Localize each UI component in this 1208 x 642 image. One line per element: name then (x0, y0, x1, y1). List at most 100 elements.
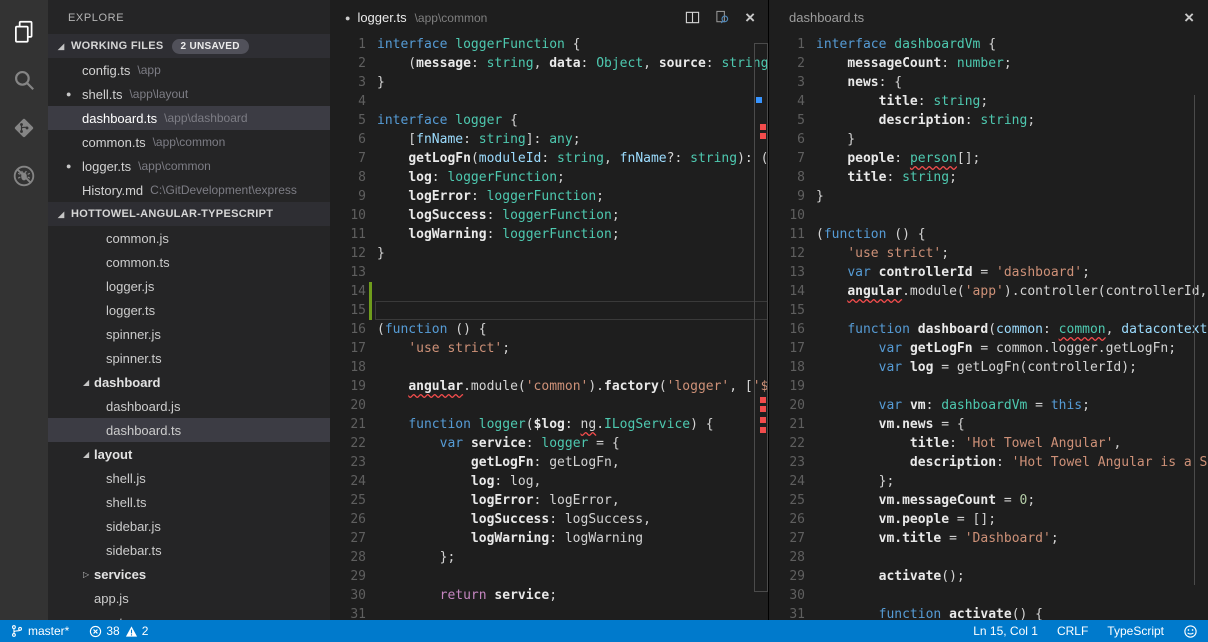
code-line[interactable]: 30 (769, 586, 1208, 605)
debug-disabled-icon[interactable] (0, 152, 48, 200)
code-line[interactable]: 31 (330, 605, 768, 620)
code-line[interactable]: 9 logError: loggerFunction; (330, 187, 768, 206)
code-line[interactable]: 2 messageCount: number; (769, 54, 1208, 73)
tree-item[interactable]: sidebar.ts (48, 538, 330, 562)
tree-item[interactable]: spinner.ts (48, 346, 330, 370)
cursor-position[interactable]: Ln 15, Col 1 (973, 624, 1038, 638)
tree-item[interactable]: spinner.js (48, 322, 330, 346)
language-mode[interactable]: TypeScript (1107, 624, 1164, 638)
code-line[interactable]: 24 log: log, (330, 472, 768, 491)
code-line[interactable]: 15 (330, 301, 768, 320)
code-line[interactable]: 14 angular.module('app').controller(cont… (769, 282, 1208, 301)
eol-indicator[interactable]: CRLF (1057, 624, 1088, 638)
code-line[interactable]: 1interface loggerFunction { (330, 35, 768, 54)
code-line[interactable]: 31 function activate() { (769, 605, 1208, 620)
tree-item[interactable]: common.js (48, 226, 330, 250)
code-line[interactable]: 22 title: 'Hot Towel Angular', (769, 434, 1208, 453)
code-line[interactable]: 2 (message: string, data: Object, source… (330, 54, 768, 73)
code-line[interactable]: 11 logWarning: loggerFunction; (330, 225, 768, 244)
code-line[interactable]: 20 var vm: dashboardVm = this; (769, 396, 1208, 415)
code-line[interactable]: 12} (330, 244, 768, 263)
editor-tab-logger[interactable]: ● logger.ts \app\common × (330, 0, 768, 35)
tree-folder[interactable]: ▷services (48, 562, 330, 586)
code-line[interactable]: 18 var log = getLogFn(controllerId); (769, 358, 1208, 377)
code-line[interactable]: 7 people: person[]; (769, 149, 1208, 168)
feedback-smiley-icon[interactable] (1183, 624, 1198, 639)
search-icon[interactable] (0, 56, 48, 104)
code-line[interactable]: 19 angular.module('common').factory('log… (330, 377, 768, 396)
tree-item[interactable]: common.ts (48, 250, 330, 274)
code-line[interactable]: 4 title: string; (769, 92, 1208, 111)
code-line[interactable]: 13 (330, 263, 768, 282)
git-branch-indicator[interactable]: master* (10, 624, 69, 638)
code-line[interactable]: 11(function () { (769, 225, 1208, 244)
code-line[interactable]: 25 logError: logError, (330, 491, 768, 510)
code-line[interactable]: 18 (330, 358, 768, 377)
code-line[interactable]: 20 (330, 396, 768, 415)
code-line[interactable]: 25 vm.messageCount = 0; (769, 491, 1208, 510)
code-line[interactable]: 29 (330, 567, 768, 586)
code-line[interactable]: 3} (330, 73, 768, 92)
code-line[interactable]: 5 description: string; (769, 111, 1208, 130)
tree-item[interactable]: shell.ts (48, 490, 330, 514)
error-count[interactable]: 38 (89, 624, 119, 638)
code-line[interactable]: 16(function () { (330, 320, 768, 339)
tree-item[interactable]: dashboard.js (48, 394, 330, 418)
scrollbar[interactable] (1194, 95, 1208, 585)
code-line[interactable]: 24 }; (769, 472, 1208, 491)
tree-folder[interactable]: ◢dashboard (48, 370, 330, 394)
code-line[interactable]: 30 return service; (330, 586, 768, 605)
tree-item[interactable]: dashboard.ts (48, 418, 330, 442)
code-line[interactable]: 17 var getLogFn = common.logger.getLogFn… (769, 339, 1208, 358)
code-line[interactable]: 28 (769, 548, 1208, 567)
folder-section-header[interactable]: ◢ HOTTOWEL-ANGULAR-TYPESCRIPT (48, 202, 330, 226)
close-icon[interactable]: × (1184, 9, 1194, 26)
close-icon[interactable]: × (745, 9, 755, 26)
split-editor-icon[interactable] (685, 10, 700, 25)
explorer-icon[interactable] (0, 8, 48, 56)
code-line[interactable]: 12 'use strict'; (769, 244, 1208, 263)
code-line[interactable]: 28 }; (330, 548, 768, 567)
code-line[interactable]: 3 news: { (769, 73, 1208, 92)
code-line[interactable]: 27 logWarning: logWarning (330, 529, 768, 548)
code-line[interactable]: 5interface logger { (330, 111, 768, 130)
code-line[interactable]: 26 logSuccess: logSuccess, (330, 510, 768, 529)
working-file-item[interactable]: common.ts\app\common (48, 130, 330, 154)
code-line[interactable]: 17 'use strict'; (330, 339, 768, 358)
working-files-header[interactable]: ◢ WORKING FILES 2 UNSAVED (48, 34, 330, 58)
code-line[interactable]: 27 vm.title = 'Dashboard'; (769, 529, 1208, 548)
tree-item[interactable]: sidebar.js (48, 514, 330, 538)
code-line[interactable]: 23 description: 'Hot Towel Angular is a … (769, 453, 1208, 472)
working-file-item[interactable]: ●shell.ts\app\layout (48, 82, 330, 106)
code-line[interactable]: 10 logSuccess: loggerFunction; (330, 206, 768, 225)
code-line[interactable]: 22 var service: logger = { (330, 434, 768, 453)
code-line[interactable]: 4 (330, 92, 768, 111)
code-line[interactable]: 21 function logger($log: ng.ILogService)… (330, 415, 768, 434)
tree-folder[interactable]: ◢layout (48, 442, 330, 466)
code-line[interactable]: 10 (769, 206, 1208, 225)
tree-item[interactable]: logger.ts (48, 298, 330, 322)
code-line[interactable]: 14 (330, 282, 768, 301)
code-line[interactable]: 8 title: string; (769, 168, 1208, 187)
tree-item[interactable]: app.js (48, 586, 330, 610)
code-line[interactable]: 15 (769, 301, 1208, 320)
code-line[interactable]: 29 activate(); (769, 567, 1208, 586)
code-line[interactable]: 21 vm.news = { (769, 415, 1208, 434)
code-line[interactable]: 1interface dashboardVm { (769, 35, 1208, 54)
code-line[interactable]: 23 getLogFn: getLogFn, (330, 453, 768, 472)
tree-item[interactable]: logger.js (48, 274, 330, 298)
warning-count[interactable]: 2 (125, 624, 149, 638)
editor-tab-dashboard[interactable]: dashboard.ts × (769, 0, 1208, 35)
code-line[interactable]: 6 [fnName: string]: any; (330, 130, 768, 149)
code-line[interactable]: 26 vm.people = []; (769, 510, 1208, 529)
code-line[interactable]: 16 function dashboard(common: common, da… (769, 320, 1208, 339)
tree-item[interactable]: shell.js (48, 466, 330, 490)
working-file-item[interactable]: ●logger.ts\app\common (48, 154, 330, 178)
code-line[interactable]: 13 var controllerId = 'dashboard'; (769, 263, 1208, 282)
working-file-item[interactable]: History.mdC:\GitDevelopment\express (48, 178, 330, 202)
working-file-item[interactable]: config.ts\app (48, 58, 330, 82)
code-line[interactable]: 9} (769, 187, 1208, 206)
code-line[interactable]: 8 log: loggerFunction; (330, 168, 768, 187)
open-preview-icon[interactable] (715, 10, 730, 25)
code-line[interactable]: 6 } (769, 130, 1208, 149)
